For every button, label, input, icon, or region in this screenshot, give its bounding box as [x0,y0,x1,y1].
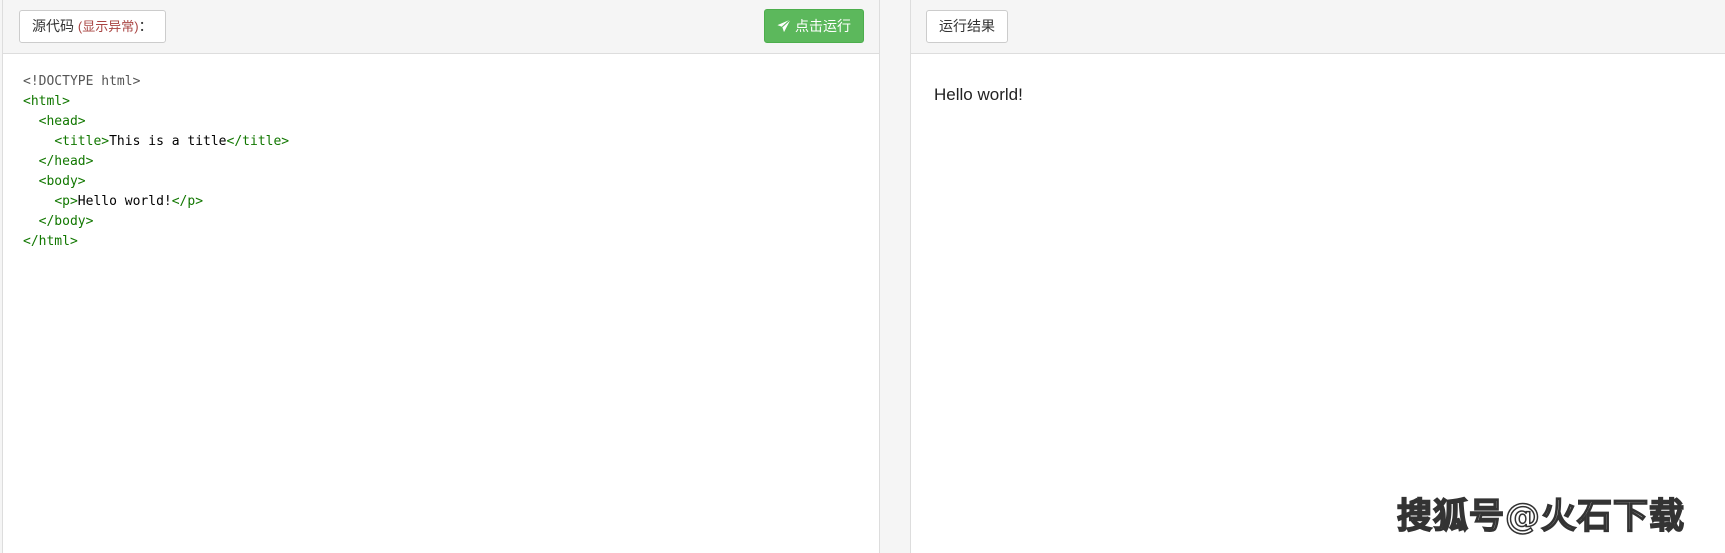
result-panel: 运行结果 Hello world! [910,0,1725,553]
source-code-panel: 源代码 (显示异常)： 点击运行 <!DOCTYPE html> <html> <… [2,0,880,553]
code-line: <!DOCTYPE html> [23,72,869,92]
code-tag: </body> [38,214,94,229]
code-runner-app: 源代码 (显示异常)： 点击运行 <!DOCTYPE html> <html> <… [0,0,1725,553]
source-code-label: 源代码 [32,18,74,34]
run-button[interactable]: 点击运行 [764,9,864,43]
code-line: </head> [23,152,869,172]
watermark: 搜狐号@火石下载 [1396,496,1685,538]
code-line: <p>Hello world!</p> [23,192,869,212]
code-text: This is a title [109,134,227,149]
code-tag: <head> [38,114,86,129]
code-tag: <p> [54,194,78,209]
result-panel-header: 运行结果 [911,0,1725,54]
code-tag: </title> [226,134,290,149]
code-line: </body> [23,212,869,232]
code-line: <body> [23,172,869,192]
display-issue-note: (显示异常) [77,19,139,34]
source-panel-header: 源代码 (显示异常)： 点击运行 [3,0,879,54]
code-tag: <html> [23,94,70,109]
result-output: Hello world! [934,85,1023,104]
code-text: Hello world! [77,194,172,209]
result-tab[interactable]: 运行结果 [926,10,1008,43]
result-label: 运行结果 [939,18,995,34]
code-tag: </head> [38,154,94,169]
code-text: <!DOCTYPE html> [23,74,141,89]
paper-plane-icon [777,19,791,33]
code-line: <title>This is a title</title> [23,132,869,152]
code-line: <head> [23,112,869,132]
code-line: <html> [23,92,869,112]
code-line: </html> [23,232,869,252]
code-tag: <title> [54,134,110,149]
code-editor[interactable]: <!DOCTYPE html> <html> <head> <title>This… [23,72,869,252]
source-code-suffix: ： [138,18,153,34]
code-tag: </html> [23,234,78,249]
code-tag: </p> [171,194,204,209]
code-tag: <body> [38,174,86,189]
run-button-label: 点击运行 [795,18,851,34]
source-code-tab[interactable]: 源代码 (显示异常)： [19,10,166,43]
